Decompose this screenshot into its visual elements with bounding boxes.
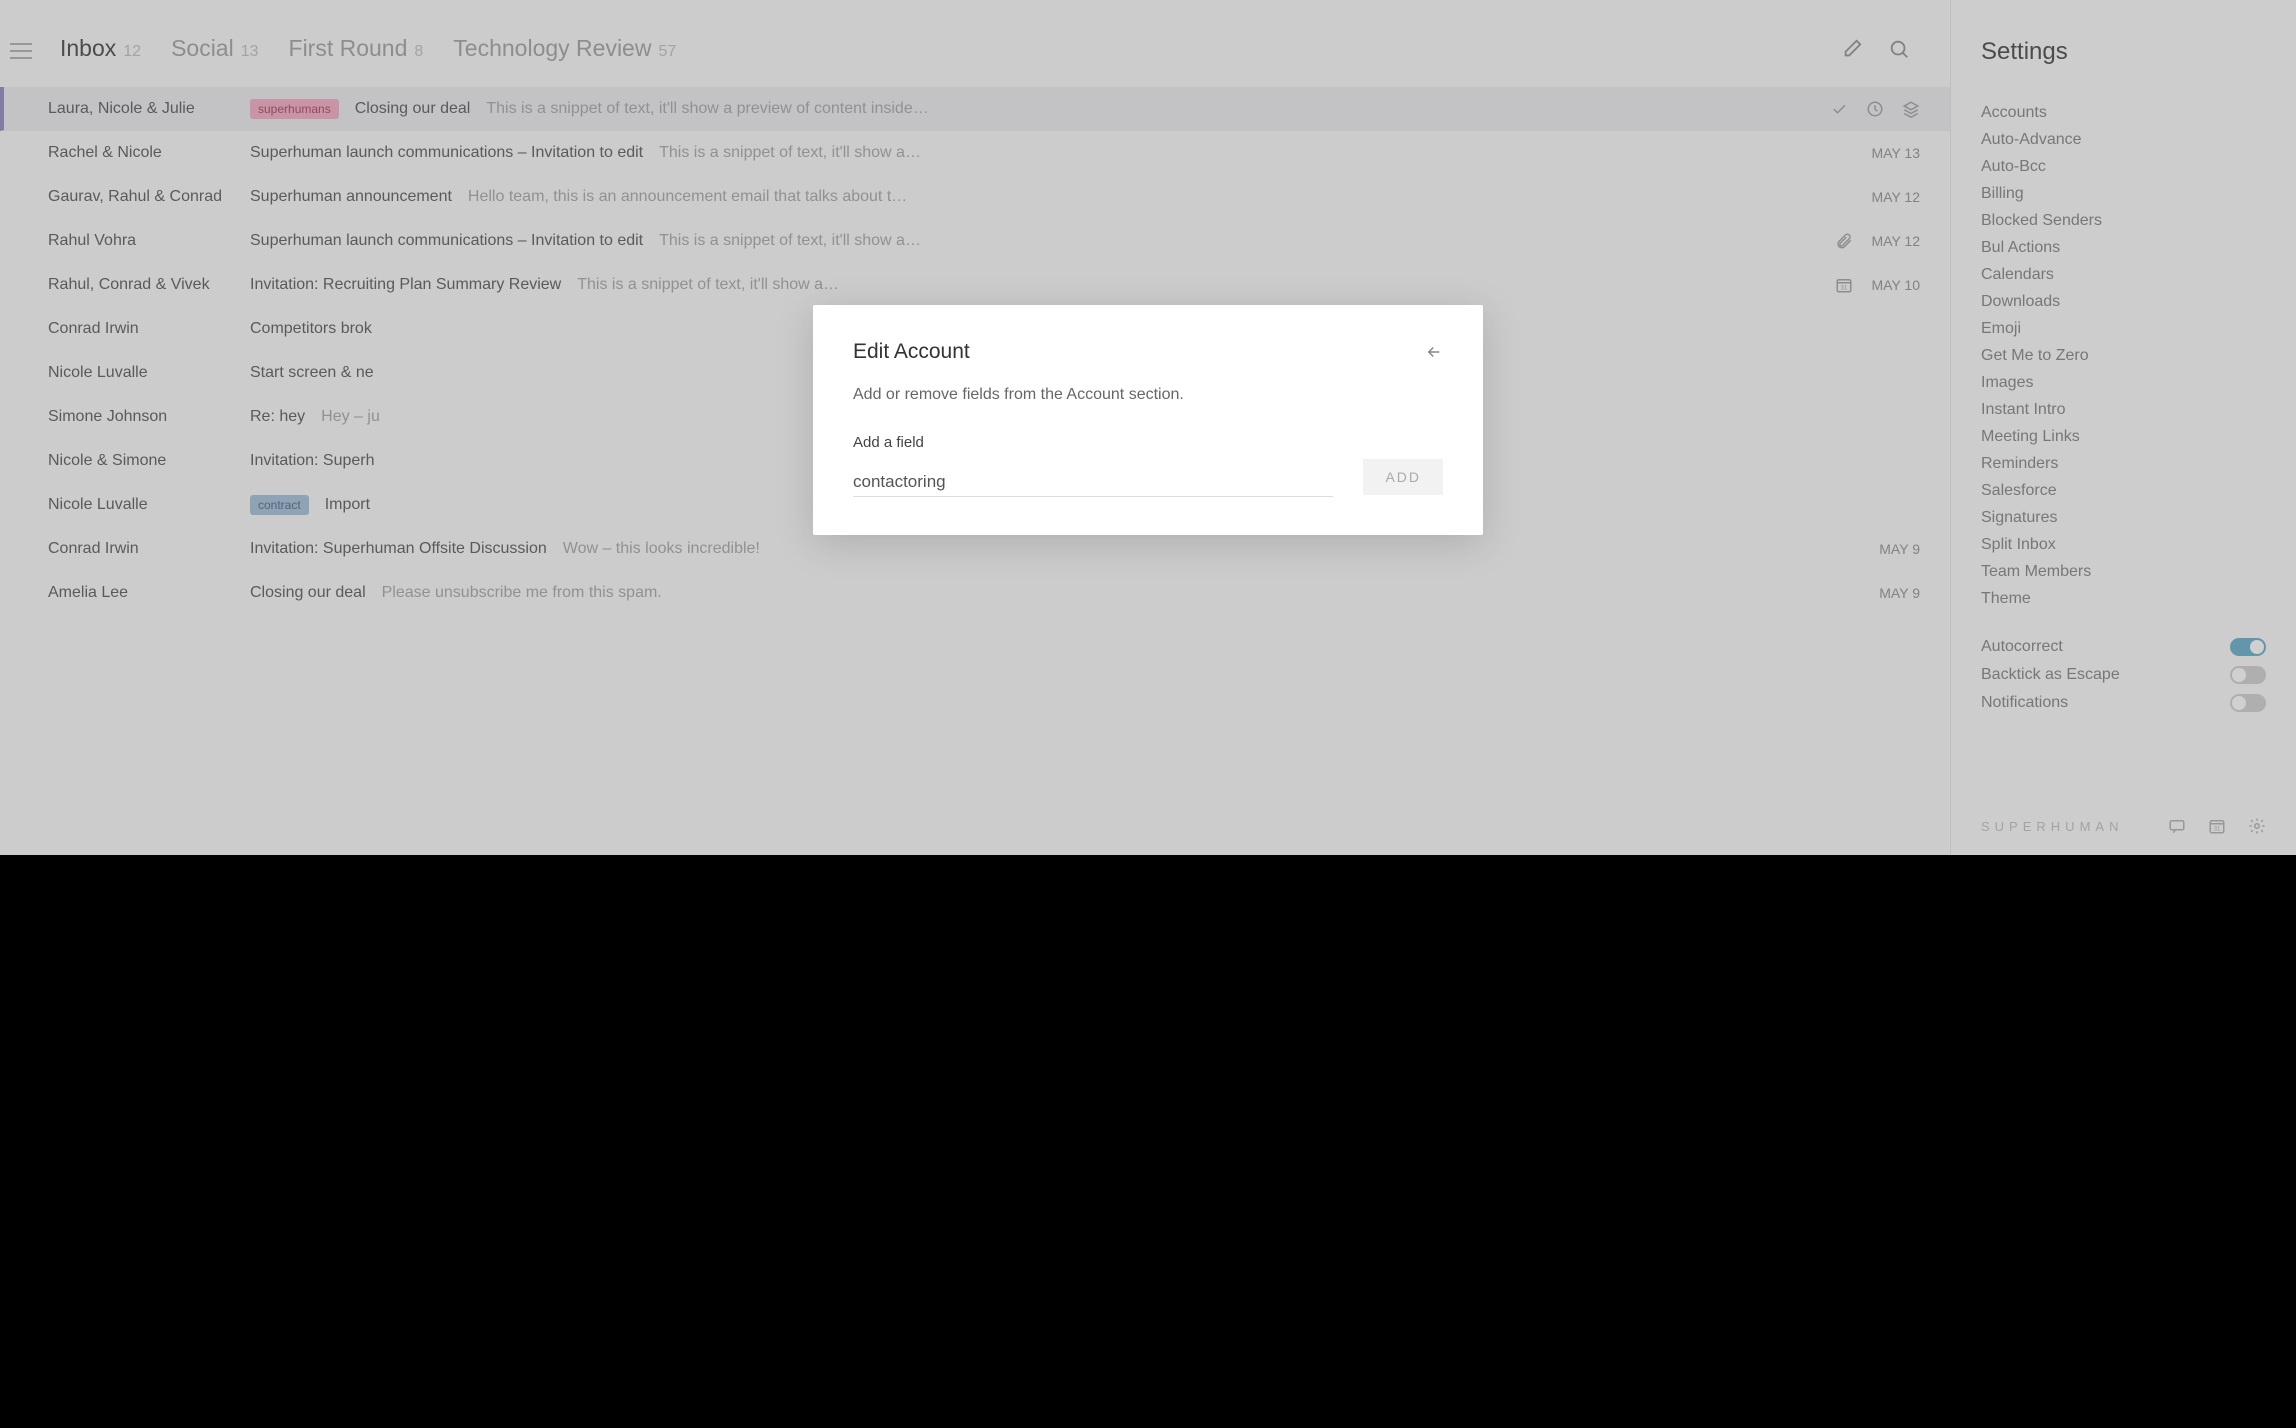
edit-account-modal: Edit Account Add or remove fields from t… (813, 305, 1483, 535)
add-button[interactable]: ADD (1363, 459, 1443, 495)
modal-overlay[interactable]: Edit Account Add or remove fields from t… (0, 0, 2296, 855)
back-arrow-icon[interactable] (1425, 343, 1443, 361)
modal-title: Edit Account (853, 340, 970, 364)
modal-description: Add or remove fields from the Account se… (853, 386, 1443, 404)
field-label: Add a field (853, 434, 1443, 451)
add-field-input[interactable] (853, 468, 1333, 497)
